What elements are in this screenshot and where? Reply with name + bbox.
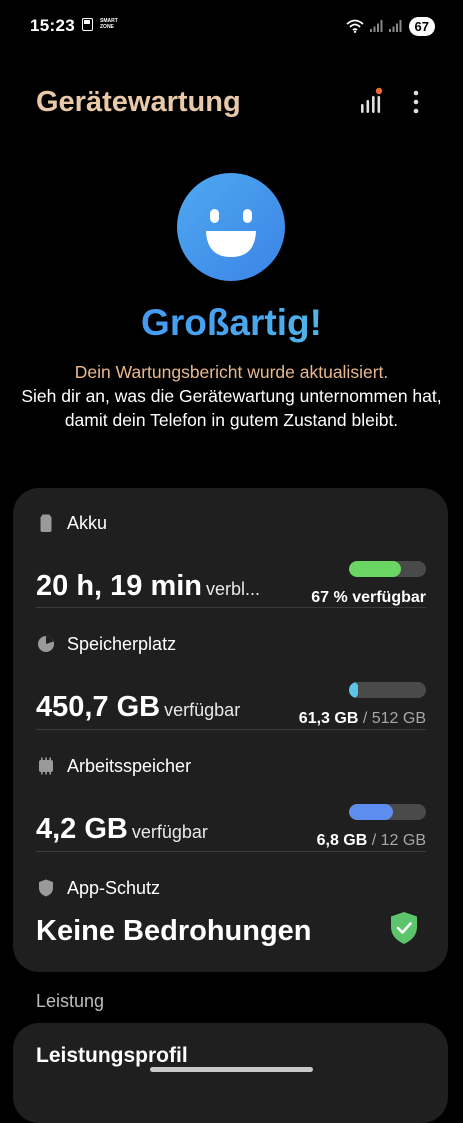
- storage-used: 61,3 GB: [298, 710, 359, 727]
- memory-progress-fill: [349, 804, 393, 820]
- hero-description: Dein Wartungsbericht wurde aktualisiert.…: [20, 360, 443, 432]
- battery-progress-fill: [349, 561, 401, 577]
- battery-stat: 67 % verfügbar: [311, 589, 426, 607]
- app-header: Gerätewartung: [0, 80, 463, 130]
- section-header-performance: Leistung: [36, 991, 105, 1011]
- memory-stat: 6,8 GB / 12 GB: [317, 832, 426, 850]
- page-title: Gerätewartung: [36, 86, 241, 118]
- signal-1-icon: [369, 20, 383, 32]
- storage-progress-bar: [349, 682, 426, 698]
- performance-profile-card[interactable]: Leistungsprofil: [13, 1023, 448, 1123]
- battery-percent-label: 67 % verfügbar: [311, 589, 426, 606]
- storage-free-label: verfügbar: [164, 700, 241, 720]
- app-protection-row[interactable]: App-Schutz Keine Bedrohungen: [36, 875, 426, 948]
- storage-stat: 61,3 GB / 512 GB: [299, 710, 426, 728]
- battery-icon: [40, 514, 52, 532]
- status-bar: 15:23 SMART ZONE 67: [0, 0, 463, 52]
- hero-body-text: Sieh dir an, was die Gerätewartung unter…: [21, 386, 442, 430]
- status-card: Akku 20 h, 19 min verbl... 67 % verfügbar…: [13, 488, 448, 972]
- app-protection-title: App-Schutz: [67, 877, 161, 898]
- wifi-icon: [345, 19, 364, 33]
- battery-row[interactable]: Akku 20 h, 19 min verbl... 67 % verfügbar: [36, 510, 426, 606]
- memory-progress-bar: [349, 804, 426, 820]
- storage-progress-fill: [349, 682, 359, 698]
- battery-remaining-time: 20 h, 19 min: [36, 570, 203, 602]
- memory-row[interactable]: Arbeitsspeicher 4,2 GB verfügbar 6,8 GB /…: [36, 753, 426, 849]
- storage-value: 450,7 GB verfügbar: [36, 691, 240, 724]
- memory-free-label: verfügbar: [131, 822, 208, 842]
- battery-progress-bar: [349, 561, 426, 577]
- storage-total: / 512 GB: [362, 710, 426, 727]
- memory-used: 6,8 GB: [316, 832, 368, 849]
- storage-free-amount: 450,7 GB: [36, 691, 161, 723]
- shield-check-icon: [391, 912, 417, 944]
- smart-zone-icon: SMART ZONE: [100, 18, 118, 30]
- battery-title: Akku: [67, 512, 108, 533]
- home-indicator[interactable]: [150, 1067, 313, 1072]
- memory-value: 4,2 GB verfügbar: [36, 813, 208, 846]
- status-icons: 67: [345, 15, 435, 37]
- more-options-icon[interactable]: [403, 88, 429, 116]
- storage-pie-icon: [38, 636, 54, 652]
- battery-indicator: 67: [408, 16, 435, 36]
- divider: [36, 607, 426, 608]
- memory-total: / 12 GB: [371, 832, 426, 849]
- status-time: 15:23: [30, 16, 75, 35]
- memory-title: Arbeitsspeicher: [67, 755, 192, 776]
- hero-title: Großartig!: [0, 302, 463, 344]
- memory-free-amount: 4,2 GB: [36, 813, 128, 845]
- report-updated-text: Dein Wartungsbericht wurde aktualisiert.: [74, 362, 389, 382]
- sd-card-icon: [82, 18, 93, 31]
- storage-title: Speicherplatz: [67, 633, 177, 654]
- battery-remaining-label: verbl...: [206, 579, 261, 599]
- shield-icon: [39, 879, 53, 897]
- divider: [36, 729, 426, 730]
- storage-row[interactable]: Speicherplatz 450,7 GB verfügbar 61,3 GB …: [36, 631, 426, 727]
- app-protection-value: Keine Bedrohungen: [36, 915, 312, 948]
- signal-2-icon: [388, 20, 402, 32]
- divider: [36, 851, 426, 852]
- performance-profile-title: Leistungsprofil: [36, 1044, 188, 1067]
- no-threats-label: Keine Bedrohungen: [36, 915, 312, 947]
- memory-chip-icon: [39, 757, 53, 775]
- battery-value: 20 h, 19 min verbl...: [36, 570, 260, 603]
- smart-zone-line2: ZONE: [100, 24, 114, 30]
- statistics-icon[interactable]: [358, 86, 384, 116]
- happy-face-icon: [177, 173, 285, 281]
